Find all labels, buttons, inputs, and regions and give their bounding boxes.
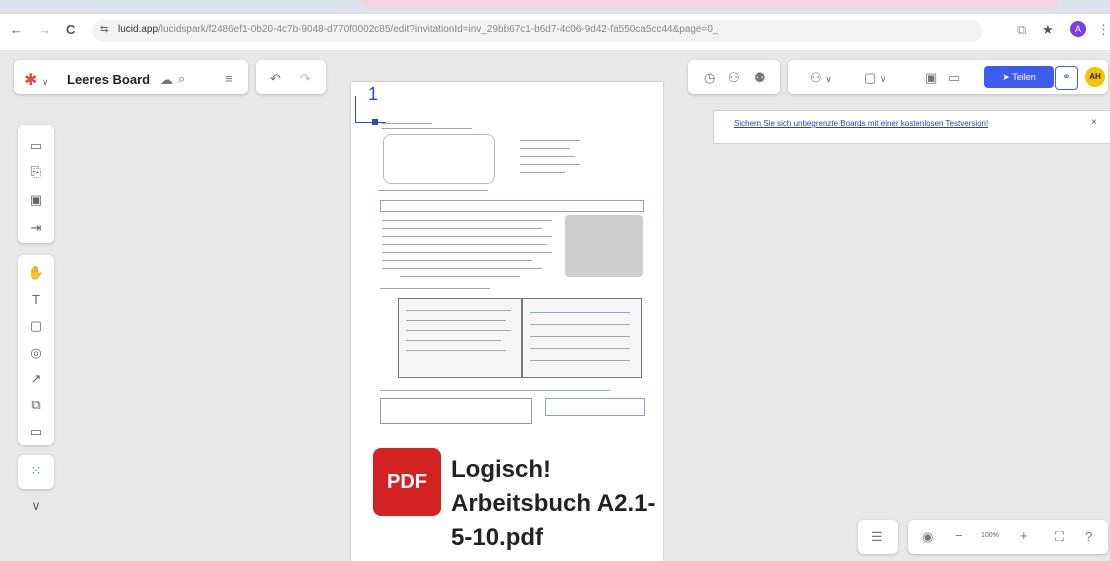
zoom-out-button[interactable]: − [955,529,963,543]
share-button[interactable]: ➤ Teilen [984,66,1054,88]
back-button[interactable]: ← [10,22,23,37]
forward-button[interactable]: → [38,22,51,37]
hand-tool-icon[interactable]: ✋ [18,265,54,281]
line-tool-icon[interactable]: ↗ [18,371,54,387]
board-title[interactable]: Leeres Board [67,72,150,87]
shapes-icon[interactable]: ◎ [18,345,54,361]
translate-icon[interactable]: ⧉ [1017,22,1026,38]
lucid-logo-icon[interactable]: ✱ ∨ [24,70,48,90]
active-tab[interactable] [360,0,1060,9]
sticky-stack-icon[interactable]: ⎘ [18,164,54,180]
page-number: 1 [368,84,379,104]
zoom-panel [908,520,1108,554]
link-icon: ⚭ [1062,72,1071,83]
trial-link[interactable]: Sichern Sie sich unbegrenzte Boards mit … [734,119,988,128]
collaborators-icon[interactable]: ⚇ [728,71,740,85]
redo-icon[interactable]: ↷ [300,72,311,86]
comment-icon[interactable]: ▢ ∨ [864,71,887,86]
send-icon: ➤ [1002,72,1013,82]
participants-icon[interactable]: ⚇ ∨ [810,71,832,86]
pdf-file-name: Logisch! Arbeitsbuch A2.1-5-10.pdf [451,456,656,551]
text-tool-icon[interactable]: T [18,292,54,307]
pdf-file-icon: PDF [373,448,441,516]
browser-profile-avatar[interactable]: A [1070,21,1086,37]
timer-icon[interactable]: ◷ [704,71,715,85]
zoom-level[interactable]: 100% [981,532,999,539]
site-info-icon[interactable]: ⇆ [100,24,108,35]
fit-screen-icon[interactable]: ⛶ [1055,530,1064,544]
sticky-note-icon[interactable]: ▢ [18,318,54,334]
copy-link-button[interactable]: ⚭ [1055,66,1078,90]
browser-menu-icon[interactable]: ⋮ [1097,22,1110,38]
video-icon[interactable]: ▭ [948,71,960,85]
present-icon[interactable]: ▣ [925,71,937,85]
expand-more-icon[interactable]: ∨ [18,498,54,514]
help-icon[interactable]: ? [1085,530,1092,544]
outline-icon[interactable]: ☰ [871,530,883,544]
search-icon[interactable]: ⌕ [178,72,185,86]
zoom-in-button[interactable]: + [1020,529,1028,543]
apps-grid-icon[interactable]: ⁙ [18,463,54,479]
reload-button[interactable]: C [66,22,75,37]
undo-redo-panel [256,60,326,94]
bookmark-star-icon[interactable]: ★ [1042,22,1054,38]
import-icon[interactable]: ⇥ [18,220,54,236]
menu-icon[interactable]: ≡ [225,72,233,86]
presence-icon[interactable]: ◉ [922,530,933,544]
copy-icon[interactable]: ⧉ [18,397,54,413]
url-text[interactable]: lucid.app/lucidspark/f2486ef1-0b20-4c7b-… [118,24,718,35]
templates-icon[interactable]: ▭ [18,138,54,154]
card-icon[interactable]: ▭ [18,424,54,440]
frames-icon[interactable]: ▣ [18,192,54,208]
user-avatar[interactable]: AH [1085,67,1105,87]
cloud-icon: ☁ [160,72,173,87]
people-icon[interactable]: ⚉ [754,71,766,85]
undo-icon[interactable]: ↶ [270,72,281,86]
close-icon[interactable]: × [1091,117,1097,128]
